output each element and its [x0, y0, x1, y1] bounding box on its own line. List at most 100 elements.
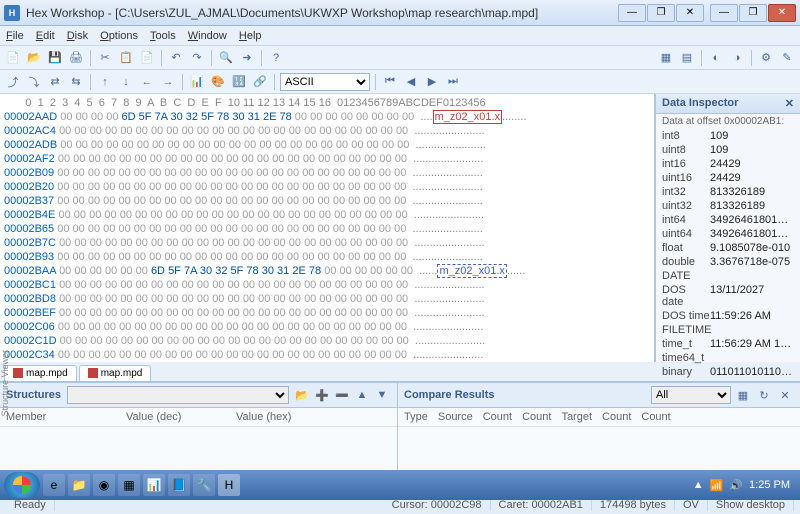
inspector-row-int16[interactable]: int1624429 — [656, 157, 800, 171]
taskbar-app1-icon[interactable]: ▦ — [118, 474, 140, 496]
nav-prev-button[interactable]: ◀ — [402, 73, 420, 91]
op-8-button[interactable]: → — [159, 73, 177, 91]
link-button[interactable]: 🔗 — [251, 73, 269, 91]
compare-filter-select[interactable]: All — [651, 386, 731, 404]
hex-row[interactable]: 00002AAD 00 00 00 00 6D 5F 7A 30 32 5F 7… — [4, 110, 650, 124]
inspector-row-DOS time[interactable]: DOS time11:59:26 AM — [656, 309, 800, 323]
hex-row[interactable]: 00002B93 00 00 00 00 00 00 00 00 00 00 0… — [4, 250, 650, 264]
taskbar-hexworkshop-icon[interactable]: H — [218, 474, 240, 496]
inspector-row-FILETIME[interactable]: FILETIME — [656, 323, 800, 337]
inspector-row-binary[interactable]: binary01101101011011... — [656, 365, 800, 379]
cmp-col[interactable]: Count — [522, 411, 551, 423]
hex-row[interactable]: 00002B4E 00 00 00 00 00 00 00 00 00 00 0… — [4, 208, 650, 222]
encoding-select[interactable]: ASCII — [280, 73, 370, 91]
inspector-row-int32[interactable]: int32813326189 — [656, 185, 800, 199]
nav-next-button[interactable]: ▶ — [423, 73, 441, 91]
undo-button[interactable]: ↶ — [167, 49, 185, 67]
hex-row[interactable]: 00002ADB 00 00 00 00 00 00 00 00 00 00 0… — [4, 138, 650, 152]
new-button[interactable]: 📄 — [4, 49, 22, 67]
hex-row[interactable]: 00002B65 00 00 00 00 00 00 00 00 00 00 0… — [4, 222, 650, 236]
menu-options[interactable]: Options — [100, 30, 138, 42]
struct-del-icon[interactable]: ➖ — [333, 386, 351, 404]
open-button[interactable]: 📂 — [25, 49, 43, 67]
struct-up-icon[interactable]: ▲ — [353, 386, 371, 404]
structure-select[interactable] — [67, 386, 289, 404]
op-5-button[interactable]: ↑ — [96, 73, 114, 91]
taskbar-app2-icon[interactable]: 📊 — [143, 474, 165, 496]
hex-row[interactable]: 00002B7C 00 00 00 00 00 00 00 00 00 00 0… — [4, 236, 650, 250]
cmp-col[interactable]: Count — [602, 411, 631, 423]
hex-row[interactable]: 00002C34 00 00 00 00 00 00 00 00 00 00 0… — [4, 348, 650, 362]
tool-b-button[interactable]: ▤ — [678, 49, 696, 67]
menu-disk[interactable]: Disk — [67, 30, 88, 42]
tray-network-icon[interactable]: 📶 — [710, 479, 724, 492]
panel-close-icon[interactable]: ✕ — [785, 97, 794, 110]
col-value-dec[interactable]: Value (dec) — [126, 411, 236, 423]
child-minimize-button[interactable]: — — [618, 4, 646, 22]
cmp-icon-1[interactable]: ▦ — [734, 386, 752, 404]
goto-button[interactable]: ➜ — [238, 49, 256, 67]
cmp-col[interactable]: Target — [561, 411, 592, 423]
inspector-row-double[interactable]: double3.3676718e-075 — [656, 255, 800, 269]
tray-icon-1[interactable]: ▲ — [693, 479, 704, 491]
nav-last-button[interactable]: ⏭ — [444, 73, 462, 91]
hex-row[interactable]: 00002B20 00 00 00 00 00 00 00 00 00 00 0… — [4, 180, 650, 194]
op-2-button[interactable]: ⤵ — [25, 73, 43, 91]
start-button[interactable] — [4, 472, 40, 498]
print-button[interactable]: 🖨 — [67, 49, 85, 67]
cmp-col[interactable]: Source — [438, 411, 473, 423]
hex-row[interactable]: 00002BEF 00 00 00 00 00 00 00 00 00 00 0… — [4, 306, 650, 320]
cmp-col[interactable]: Count — [483, 411, 512, 423]
hex-row[interactable]: 00002B37 00 00 00 00 00 00 00 00 00 00 0… — [4, 194, 650, 208]
inspector-row-time_t[interactable]: time_t11:56:29 AM 10/10... — [656, 337, 800, 351]
menu-window[interactable]: Window — [188, 30, 227, 42]
struct-add-icon[interactable]: ➕ — [313, 386, 331, 404]
tray-sound-icon[interactable]: 🔊 — [729, 479, 743, 492]
hex-row[interactable]: 00002C1D 00 00 00 00 00 00 00 00 00 00 0… — [4, 334, 650, 348]
hex-row[interactable]: 00002C06 00 00 00 00 00 00 00 00 00 00 0… — [4, 320, 650, 334]
color-button[interactable]: 🎨 — [209, 73, 227, 91]
hex-row[interactable]: 00002BC1 00 00 00 00 00 00 00 00 00 00 0… — [4, 278, 650, 292]
calc-button[interactable]: 🔢 — [230, 73, 248, 91]
menu-file[interactable]: File — [6, 30, 24, 42]
find-button[interactable]: 🔍 — [217, 49, 235, 67]
child-close-button[interactable]: ✕ — [676, 4, 704, 22]
inspector-row-float[interactable]: float9.1085078e-010 — [656, 241, 800, 255]
inspector-row-uint8[interactable]: uint8109 — [656, 143, 800, 157]
struct-down-icon[interactable]: ▼ — [373, 386, 391, 404]
minimize-button[interactable]: — — [710, 4, 738, 22]
menu-edit[interactable]: Edit — [36, 30, 55, 42]
op-7-button[interactable]: ← — [138, 73, 156, 91]
child-maximize-button[interactable]: ❐ — [647, 4, 675, 22]
status-show-desktop[interactable]: Show desktop — [708, 499, 794, 511]
hex-row[interactable]: 00002AF2 00 00 00 00 00 00 00 00 00 00 0… — [4, 152, 650, 166]
cmp-col[interactable]: Count — [641, 411, 670, 423]
help-button[interactable]: ? — [267, 49, 285, 67]
taskbar-ie-icon[interactable]: e — [43, 474, 65, 496]
tool-c-button[interactable]: ◐ — [707, 49, 725, 67]
tool-f-button[interactable]: ✎ — [778, 49, 796, 67]
op-4-button[interactable]: ⇆ — [67, 73, 85, 91]
op-3-button[interactable]: ⇄ — [46, 73, 64, 91]
save-button[interactable]: 💾 — [46, 49, 64, 67]
doc-tab-0[interactable]: map.mpd — [4, 365, 77, 381]
chart-button[interactable]: 📊 — [188, 73, 206, 91]
cut-button[interactable]: ✂ — [96, 49, 114, 67]
hex-row[interactable]: 00002B09 00 00 00 00 00 00 00 00 00 00 0… — [4, 166, 650, 180]
op-1-button[interactable]: ⤴ — [4, 73, 22, 91]
hex-row[interactable]: 00002AC4 00 00 00 00 00 00 00 00 00 00 0… — [4, 124, 650, 138]
copy-button[interactable]: 📋 — [117, 49, 135, 67]
paste-button[interactable]: 📄 — [138, 49, 156, 67]
nav-first-button[interactable]: ⏮ — [381, 73, 399, 91]
struct-open-icon[interactable]: 📂 — [293, 386, 311, 404]
taskbar-chrome-icon[interactable]: ◉ — [93, 474, 115, 496]
maximize-button[interactable]: ❐ — [739, 4, 767, 22]
cmp-icon-2[interactable]: ↻ — [755, 386, 773, 404]
cmp-col[interactable]: Type — [404, 411, 428, 423]
tool-d-button[interactable]: ◑ — [728, 49, 746, 67]
cmp-close-icon[interactable]: ✕ — [776, 386, 794, 404]
inspector-row-int64[interactable]: int64349264618019214... — [656, 213, 800, 227]
hex-row[interactable]: 00002BD8 00 00 00 00 00 00 00 00 00 00 0… — [4, 292, 650, 306]
inspector-row-DOS date[interactable]: DOS date13/11/2027 — [656, 283, 800, 309]
menu-tools[interactable]: Tools — [150, 30, 176, 42]
